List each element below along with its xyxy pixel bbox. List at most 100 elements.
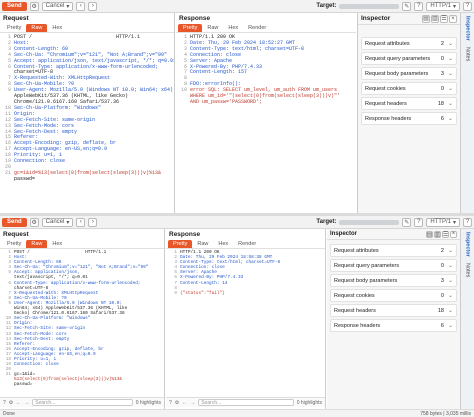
forward-arrow-icon[interactable]: ›	[88, 1, 98, 11]
http-version-select[interactable]: HTTP/1 ▾	[426, 217, 460, 227]
tab-pretty[interactable]: Pretty	[178, 24, 203, 32]
tab-hex[interactable]: Hex	[47, 240, 67, 248]
inspector-row-count: 2	[440, 40, 444, 47]
chevron-down-icon[interactable]: ⌄	[448, 40, 453, 47]
highlights-count: 0 highlights	[135, 399, 161, 406]
gear-icon[interactable]: ⚙	[29, 1, 39, 11]
response-editor[interactable]: 1 HTTP/1.1 200 OK 2 Date: Thu, 29 Feb 2024 …	[166, 249, 325, 397]
chevron-down-icon[interactable]: ⌄	[448, 322, 453, 329]
chevron-down-icon[interactable]: ⌄	[448, 262, 453, 269]
chevron-down-icon[interactable]: ⌄	[448, 277, 453, 284]
inspector-row[interactable]: Request cookies 0 ⌄	[330, 289, 457, 302]
chevron-down-icon[interactable]: ⌄	[448, 85, 453, 92]
question-icon[interactable]: ?	[463, 1, 472, 11]
inspector-row[interactable]: Request headers 18 ⌄	[361, 97, 457, 110]
chevron-down-icon[interactable]: ⌄	[448, 247, 453, 254]
tab-raw[interactable]: Raw	[26, 240, 48, 248]
target-url[interactable]	[339, 219, 400, 225]
inspector-row[interactable]: Request attributes 2 ⌄	[330, 244, 457, 257]
search-input[interactable]: Search...	[198, 399, 294, 406]
tab-hex[interactable]: Hex	[213, 240, 233, 248]
inspector-row[interactable]: Request headers 18 ⌄	[330, 304, 457, 317]
layout-icon[interactable]: ▤	[422, 14, 430, 23]
tab-raw[interactable]: Raw	[26, 24, 48, 32]
help-icon[interactable]: ?	[414, 1, 424, 11]
layout-icon[interactable]: ▤	[426, 230, 433, 238]
help-icon[interactable]: ?	[414, 217, 424, 227]
inspector-row[interactable]: Response headers 6 ⌄	[361, 112, 457, 125]
close-icon[interactable]: ×	[450, 230, 457, 238]
line-text: passwd=	[14, 175, 36, 182]
inspector-row-label: Request attributes	[365, 40, 410, 47]
side-tab-notes[interactable]: Notes	[464, 260, 472, 280]
tab-render[interactable]: Render	[233, 240, 261, 248]
settings-icon[interactable]: ☰	[440, 14, 448, 23]
tab-hex[interactable]: Hex	[223, 24, 243, 32]
inspector-row-label: Request headers	[365, 100, 407, 107]
inspector-row[interactable]: Request body parameters 3 ⌄	[330, 274, 457, 287]
tab-pretty[interactable]: Pretty	[2, 24, 26, 32]
response-search-bar: ? ⚙ ← → Search... 0 highlights	[166, 397, 325, 407]
inspector-row[interactable]: Request cookies 0 ⌄	[361, 82, 457, 95]
inspector-row-count: 3	[440, 277, 444, 284]
inspector-rows: Request attributes 2 ⌄ Request query parame…	[358, 25, 460, 125]
status-bar: Done 758 bytes | 3,035 millis	[0, 409, 474, 417]
request-title: Request	[3, 231, 29, 238]
inspector-row[interactable]: Request body parameters 3 ⌄	[361, 67, 457, 80]
back-arrow-icon[interactable]: ←	[16, 400, 21, 406]
close-icon[interactable]: ×	[449, 14, 457, 23]
settings-icon[interactable]: ⚙	[9, 400, 13, 406]
side-tab-inspector[interactable]: Inspector	[464, 13, 472, 44]
tab-raw[interactable]: Raw	[192, 240, 213, 248]
request-editor[interactable]: 1 POST / HTTP/1.1 2 Host: 3 Content-Length: …	[0, 249, 164, 397]
gear-icon[interactable]: ⚙	[29, 217, 39, 227]
tab-raw[interactable]: Raw	[202, 24, 223, 32]
split-icon[interactable]: ▥	[434, 230, 441, 238]
settings-icon[interactable]: ☰	[442, 230, 449, 238]
back-arrow-icon[interactable]: ‹	[76, 217, 86, 227]
split-icon[interactable]: ▥	[431, 14, 439, 23]
line-text: Connection: close	[14, 362, 59, 368]
target-url[interactable]	[339, 3, 400, 9]
chevron-down-icon[interactable]: ⌄	[448, 307, 453, 314]
cancel-button[interactable]: Cancel ▾	[41, 1, 74, 11]
inspector-row[interactable]: Response headers 6 ⌄	[330, 319, 457, 332]
tab-render[interactable]: Render	[243, 24, 271, 32]
tab-pretty[interactable]: Pretty	[2, 240, 26, 248]
side-tab-inspector[interactable]: Inspector	[464, 229, 472, 260]
http-version-select[interactable]: HTTP/1 ▾	[426, 1, 460, 11]
forward-arrow-icon[interactable]: →	[24, 400, 29, 406]
edit-icon[interactable]: ✎	[402, 1, 412, 11]
inspector-row[interactable]: Request attributes 2 ⌄	[361, 37, 457, 50]
back-arrow-icon[interactable]: ‹	[76, 1, 86, 11]
send-button[interactable]: Send	[2, 1, 27, 11]
forward-arrow-icon[interactable]: →	[190, 400, 195, 406]
forward-arrow-icon[interactable]: ›	[88, 217, 98, 227]
chevron-down-icon[interactable]: ⌄	[448, 292, 453, 299]
send-button[interactable]: Send	[2, 217, 27, 227]
question-icon[interactable]: ?	[169, 400, 172, 406]
tab-pretty[interactable]: Pretty	[168, 240, 193, 248]
question-icon[interactable]: ?	[3, 400, 6, 406]
response-editor[interactable]: 1 HTTP/1.1 200 OK 2 Date: Thu, 29 Feb 2024 …	[176, 33, 356, 211]
inspector-row-count: 3	[440, 70, 444, 77]
settings-icon[interactable]: ⚙	[175, 400, 179, 406]
question-icon[interactable]: ?	[463, 217, 472, 227]
chevron-down-icon[interactable]: ⌄	[448, 55, 453, 62]
tab-hex[interactable]: Hex	[47, 24, 67, 32]
side-tab-notes[interactable]: Notes	[464, 44, 472, 64]
edit-icon[interactable]: ✎	[402, 217, 412, 227]
chevron-down-icon[interactable]: ⌄	[448, 115, 453, 122]
search-input[interactable]: Search...	[32, 399, 133, 406]
request-editor[interactable]: 1 POST / HTTP/1.1 2 Host: 3 Content-Length: …	[0, 33, 174, 211]
inspector-row-count: 0	[440, 85, 444, 92]
request-tabs: Pretty Raw Hex	[0, 24, 174, 33]
inspector-row[interactable]: Request query parameters 0 ⌄	[330, 259, 457, 272]
chevron-down-icon[interactable]: ⌄	[448, 100, 453, 107]
line-text: Content-Length: 157	[190, 69, 248, 76]
chevron-down-icon[interactable]: ⌄	[448, 70, 453, 77]
cancel-button[interactable]: Cancel ▾	[41, 217, 74, 227]
inspector-row[interactable]: Request query parameters 0 ⌄	[361, 52, 457, 65]
back-arrow-icon[interactable]: ←	[182, 400, 187, 406]
line-number: 9	[174, 290, 177, 296]
